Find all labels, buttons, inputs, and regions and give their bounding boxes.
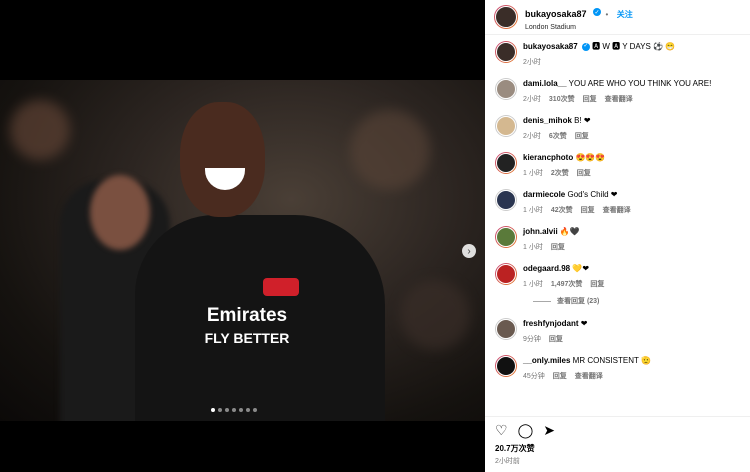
translate-button[interactable]: 查看翻译: [603, 205, 631, 215]
comment-text: 💛❤: [572, 264, 590, 273]
post-header: bukayosaka87 ✓ • 关注 London Stadium: [485, 0, 750, 35]
comment-time: 1 小时: [523, 207, 543, 214]
carousel-dots: [211, 408, 257, 412]
comment-username[interactable]: dami.lola__: [523, 79, 567, 88]
share-icon[interactable]: ➤: [543, 423, 555, 437]
reply-button[interactable]: 回复: [577, 168, 591, 178]
comment-likes[interactable]: 2次赞: [551, 168, 569, 178]
comment-text: 🔥🖤: [559, 227, 580, 236]
avatar[interactable]: [495, 226, 517, 248]
reply-button[interactable]: 回复: [590, 279, 604, 289]
comment-row: kierancphoto 😍😍😍 1 小时 2次赞 回复: [495, 152, 740, 178]
comment-time: 9分钟: [523, 336, 541, 343]
translate-button[interactable]: 查看翻译: [605, 94, 633, 104]
comment-row: dami.lola__ YOU ARE WHO YOU THINK YOU AR…: [495, 78, 740, 104]
comment-username[interactable]: john.alvii: [523, 227, 558, 236]
post-photo[interactable]: Emirates FLY BETTER: [0, 80, 485, 421]
comment-text: YOU ARE WHO YOU THINK YOU ARE!: [568, 79, 712, 88]
chevron-right-icon: ›: [467, 245, 471, 257]
avatar[interactable]: [495, 318, 517, 340]
comment-text: God's Child ❤: [567, 190, 618, 199]
reply-button[interactable]: 回复: [553, 371, 567, 381]
comment-row: john.alvii 🔥🖤 1 小时 回复: [495, 226, 740, 252]
carousel-dot: [246, 408, 250, 412]
comment-text: MR CONSISTENT 🫡: [572, 356, 651, 365]
caption-username[interactable]: bukayosaka87: [523, 42, 578, 51]
carousel-dot: [239, 408, 243, 412]
carousel-dot: [218, 408, 222, 412]
comment-username[interactable]: denis_mihok: [523, 116, 572, 125]
translate-button[interactable]: 查看翻译: [575, 371, 603, 381]
comment-likes[interactable]: 310次赞: [549, 94, 575, 104]
instagram-post-viewer: Emirates FLY BETTER › bukayosaka87 ✓ • 关注: [0, 0, 750, 472]
next-image-button[interactable]: ›: [462, 244, 476, 258]
comment-username[interactable]: freshfynjodant: [523, 319, 579, 328]
avatar[interactable]: [495, 41, 517, 63]
carousel-dot: [225, 408, 229, 412]
comment-icon[interactable]: ◯: [518, 423, 534, 437]
avatar[interactable]: [495, 78, 517, 100]
jersey-sponsor: Emirates FLY BETTER: [204, 305, 290, 346]
comment-time: 45分钟: [523, 373, 545, 380]
comment-time: 1 小时: [523, 244, 543, 251]
likes-count[interactable]: 20.7万次赞: [495, 443, 740, 454]
comment-row: __only.miles MR CONSISTENT 🫡 45分钟 回复 查看翻译: [495, 355, 740, 381]
reply-button[interactable]: 回复: [575, 131, 589, 141]
reply-button[interactable]: 回复: [581, 205, 595, 215]
comment-time: 1 小时: [523, 281, 543, 288]
avatar[interactable]: [495, 263, 517, 285]
comment-text: 😍😍😍: [575, 153, 606, 162]
comment-username[interactable]: kierancphoto: [523, 153, 573, 162]
reply-button[interactable]: 回复: [551, 242, 565, 252]
avatar[interactable]: [494, 5, 518, 29]
comment-username[interactable]: darmiecole: [523, 190, 565, 199]
carousel-dot: [253, 408, 257, 412]
action-bar: ♡ ◯ ➤: [495, 423, 740, 437]
arsenal-crest: [263, 278, 299, 296]
comment-likes[interactable]: 6次赞: [549, 131, 567, 141]
comment-time: 1 小时: [523, 170, 543, 177]
post-footer: ♡ ◯ ➤ 20.7万次赞 2小时前: [485, 416, 750, 472]
comment-text: B! ❤: [574, 116, 591, 125]
verified-icon: ✓: [581, 42, 590, 51]
post-location[interactable]: London Stadium: [525, 24, 633, 31]
avatar[interactable]: [495, 115, 517, 137]
caption-row: bukayosaka87 ✓ 🅰 W 🅰 Y DAYS ⚽ 😁 2小时: [495, 41, 740, 67]
comment-row: freshfynjodant ❤ 9分钟 回复: [495, 318, 740, 344]
comment-username[interactable]: __only.miles: [523, 356, 570, 365]
comment-row: odegaard.98 💛❤ 1 小时 1,497次赞 回复: [495, 263, 740, 289]
caption-time: 2小时: [523, 59, 541, 66]
carousel-dot: [211, 408, 215, 412]
comments-list[interactable]: bukayosaka87 ✓ 🅰 W 🅰 Y DAYS ⚽ 😁 2小时 dami…: [485, 35, 750, 416]
comment-text: ❤: [580, 319, 588, 328]
avatar[interactable]: [495, 152, 517, 174]
post-username[interactable]: bukayosaka87: [525, 9, 587, 19]
avatar[interactable]: [495, 355, 517, 377]
comment-time: 2小时: [523, 133, 541, 140]
comment-likes[interactable]: 1,497次赞: [551, 279, 583, 289]
comment-row: denis_mihok B! ❤ 2小时 6次赞 回复: [495, 115, 740, 141]
reply-button[interactable]: 回复: [549, 334, 563, 344]
comments-panel: bukayosaka87 ✓ • 关注 London Stadium bukay…: [485, 0, 750, 472]
carousel-dot: [232, 408, 236, 412]
post-time: 2小时前: [495, 458, 520, 465]
verified-icon: ✓: [593, 8, 601, 17]
view-replies-button[interactable]: 查看回复 (23): [533, 296, 740, 306]
heart-icon[interactable]: ♡: [495, 423, 508, 437]
media-panel: Emirates FLY BETTER ›: [0, 0, 485, 472]
reply-button[interactable]: 回复: [583, 94, 597, 104]
caption-text: 🅰 W 🅰 Y DAYS ⚽ 😁: [592, 42, 676, 51]
comment-row: darmiecole God's Child ❤ 1 小时 42次赞 回复 查看翻译: [495, 189, 740, 215]
avatar[interactable]: [495, 189, 517, 211]
follow-button[interactable]: 关注: [617, 10, 633, 19]
comment-time: 2小时: [523, 96, 541, 103]
comment-likes[interactable]: 42次赞: [551, 205, 573, 215]
comment-username[interactable]: odegaard.98: [523, 264, 570, 273]
